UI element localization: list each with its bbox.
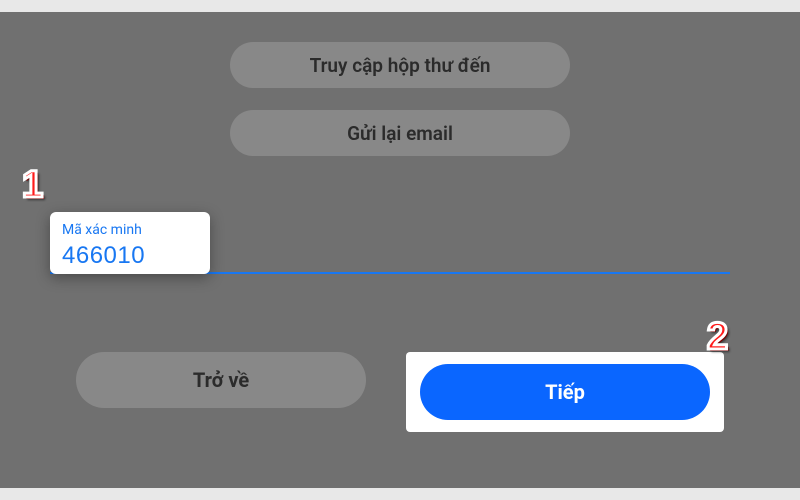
inbox-access-label: Truy cập hộp thư đến <box>310 54 491 77</box>
annotation-step-1-number: 1 <box>22 164 43 206</box>
verification-code-label: Mã xác minh <box>62 222 198 238</box>
verification-input-card: Mã xác minh <box>50 212 210 274</box>
resend-email-label: Gửi lại email <box>347 122 453 145</box>
next-button-label: Tiếp <box>545 380 585 404</box>
inbox-access-button[interactable]: Truy cập hộp thư đến <box>230 42 570 88</box>
back-button-wrap: Trở về <box>76 352 366 432</box>
annotation-step-2: 2 <box>707 318 728 356</box>
back-button[interactable]: Trở về <box>76 352 366 408</box>
dialog-button-row: Trở về Tiếp 2 <box>0 352 800 432</box>
verification-input-area: 1 Mã xác minh <box>0 184 800 294</box>
verification-dialog: Truy cập hộp thư đến Gửi lại email 1 Mã … <box>0 12 800 488</box>
next-button-highlight: Tiếp <box>406 352 724 432</box>
next-button[interactable]: Tiếp <box>420 364 710 420</box>
back-button-label: Trở về <box>193 368 249 392</box>
next-button-wrap: Tiếp 2 <box>406 352 724 432</box>
resend-email-button[interactable]: Gửi lại email <box>230 110 570 156</box>
verification-code-input[interactable] <box>62 242 198 270</box>
annotation-step-2-number: 2 <box>707 316 728 358</box>
annotation-step-1: 1 <box>22 166 43 204</box>
